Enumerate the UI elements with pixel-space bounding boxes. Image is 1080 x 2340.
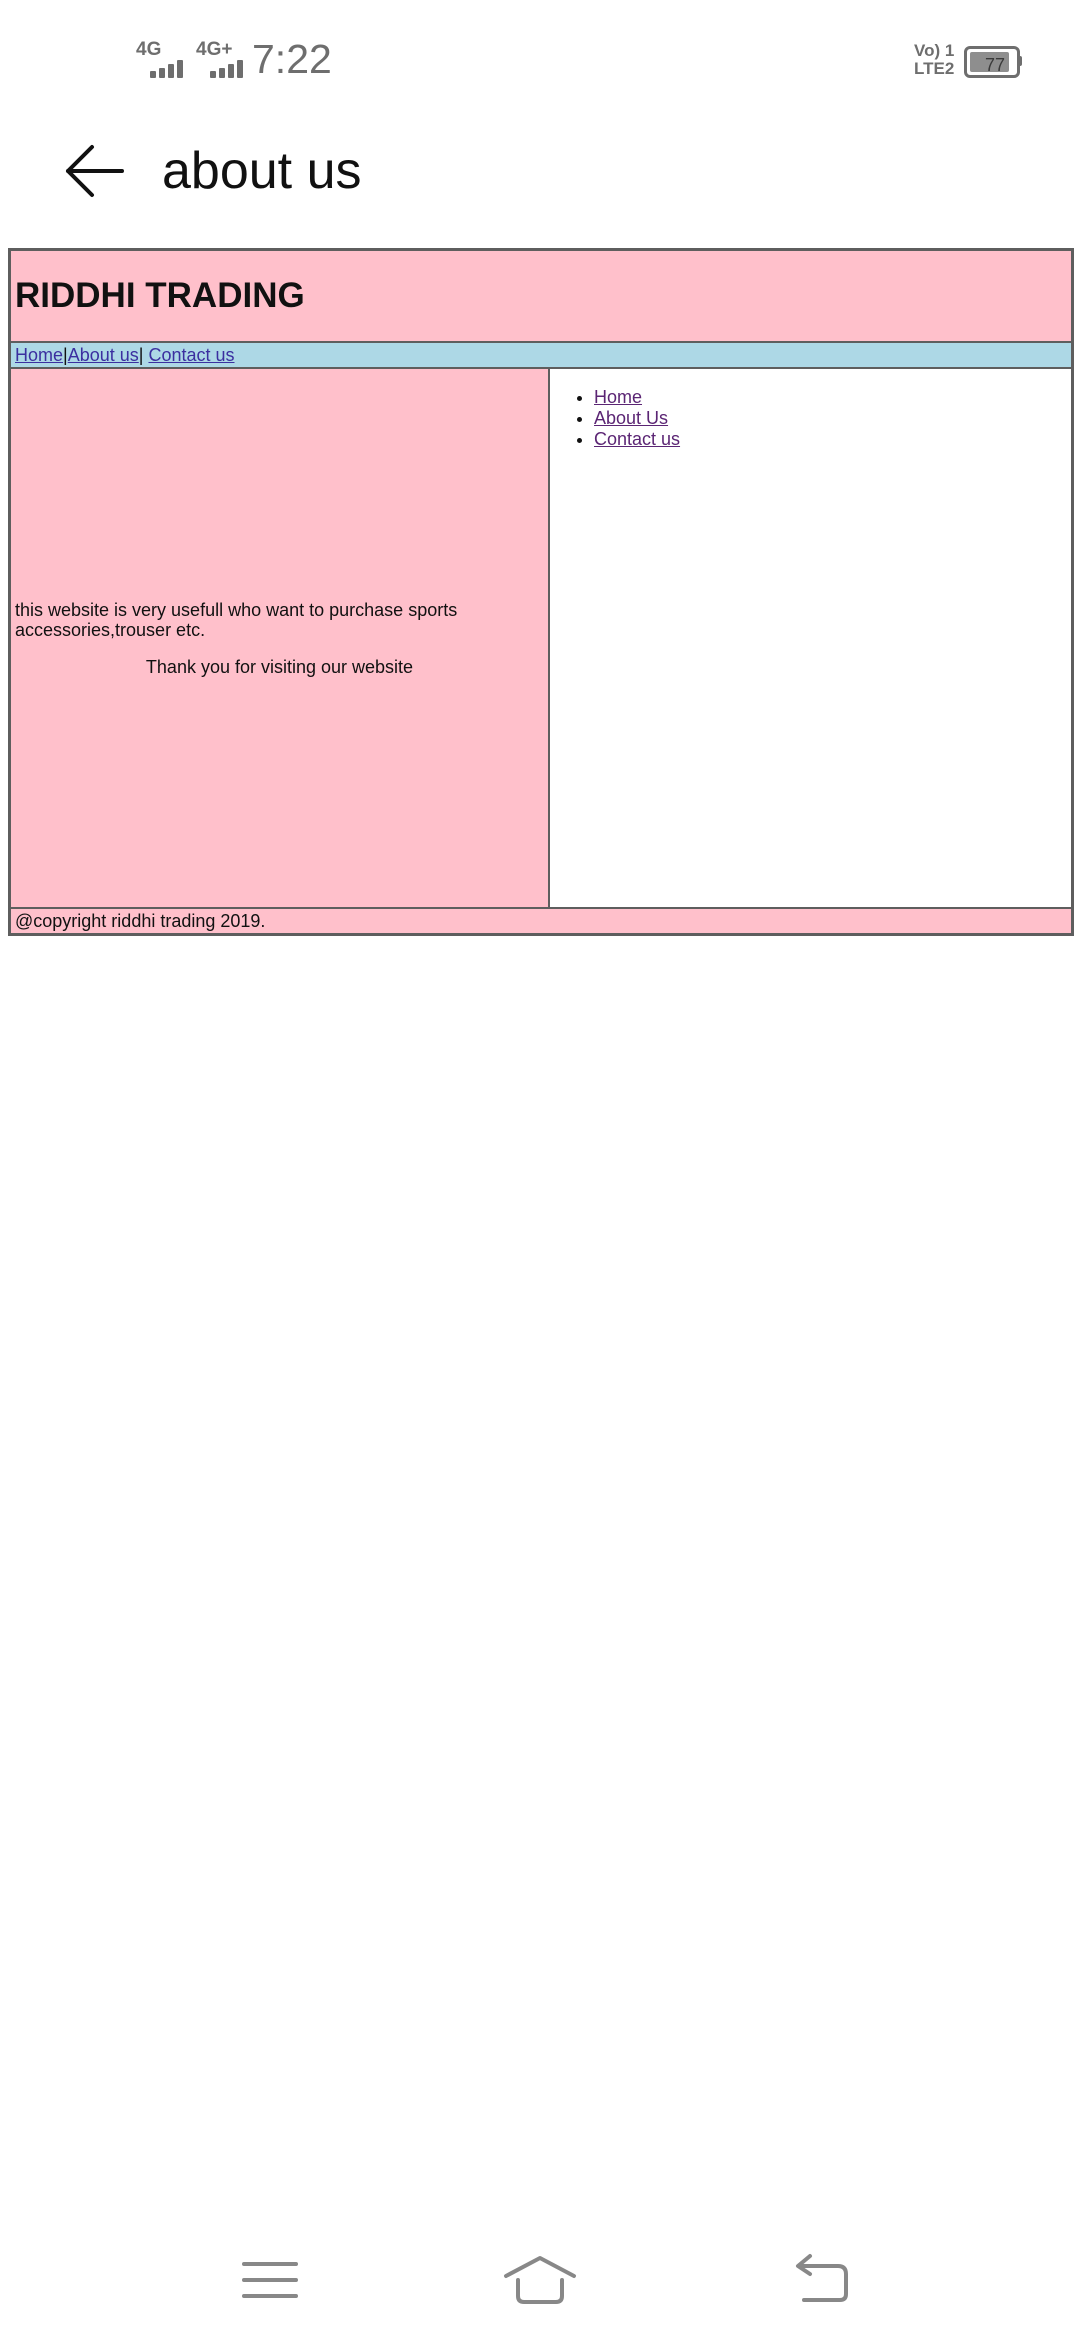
clock: 7:22 bbox=[252, 36, 332, 82]
status-bar: 4G 4G+ 7:22 Vo) 1 LTE2 77 bbox=[0, 0, 1080, 120]
nav-separator: | bbox=[138, 345, 144, 365]
side-link-home[interactable]: Home bbox=[594, 387, 642, 407]
battery-icon: 77 bbox=[964, 46, 1020, 78]
back-button[interactable] bbox=[56, 136, 136, 206]
website-table: RIDDHI TRADING Home|About us| Contact us… bbox=[8, 248, 1074, 936]
site-nav-bar: Home|About us| Contact us bbox=[11, 343, 1071, 369]
system-navigation-bar bbox=[0, 2220, 1080, 2340]
side-links-cell: Home About Us Contact us bbox=[550, 369, 1071, 907]
side-link-contact[interactable]: Contact us bbox=[594, 429, 680, 449]
page-title: about us bbox=[162, 142, 362, 200]
arrow-left-icon bbox=[66, 145, 124, 197]
side-link-about[interactable]: About Us bbox=[594, 408, 668, 428]
battery-percentage: 77 bbox=[984, 55, 1006, 75]
nav-link-home[interactable]: Home bbox=[15, 345, 63, 365]
signal-bars-icon bbox=[210, 60, 250, 78]
lte-label: LTE2 bbox=[914, 59, 955, 78]
menu-button[interactable] bbox=[230, 2250, 310, 2310]
battery-cap bbox=[1018, 56, 1022, 66]
site-title: RIDDHI TRADING bbox=[15, 276, 305, 315]
network-indicator-2: 4G+ bbox=[196, 39, 243, 78]
list-item: Contact us bbox=[594, 429, 1071, 450]
home-icon bbox=[504, 2256, 576, 2304]
nav-link-contact[interactable]: Contact us bbox=[148, 345, 234, 365]
home-button[interactable] bbox=[500, 2250, 580, 2310]
nav-link-about[interactable]: About us bbox=[68, 345, 139, 365]
content-cell: this website is very usefull who want to… bbox=[11, 369, 550, 907]
description-text: this website is very usefull who want to… bbox=[15, 599, 458, 640]
return-icon bbox=[796, 2254, 848, 2302]
network-type-label: 4G+ bbox=[196, 39, 233, 60]
list-item: Home bbox=[594, 387, 1071, 408]
volte-label: Vo) 1 bbox=[914, 41, 955, 60]
site-footer: @copyright riddhi trading 2019. bbox=[11, 909, 1071, 933]
network-type-label: 4G bbox=[136, 39, 162, 60]
site-main-row: this website is very usefull who want to… bbox=[11, 369, 1071, 909]
network-indicator-1: 4G bbox=[136, 39, 183, 78]
site-header: RIDDHI TRADING bbox=[11, 251, 1071, 343]
signal-bars-icon bbox=[150, 60, 190, 78]
app-header: about us bbox=[0, 120, 1080, 230]
volte-indicator: Vo) 1 LTE2 bbox=[914, 42, 954, 78]
menu-icon bbox=[242, 2262, 298, 2298]
list-item: About Us bbox=[594, 408, 1071, 429]
thanks-text: Thank you for visiting our website bbox=[145, 656, 414, 677]
return-button[interactable] bbox=[782, 2250, 862, 2310]
side-links-list: Home About Us Contact us bbox=[550, 387, 1071, 450]
